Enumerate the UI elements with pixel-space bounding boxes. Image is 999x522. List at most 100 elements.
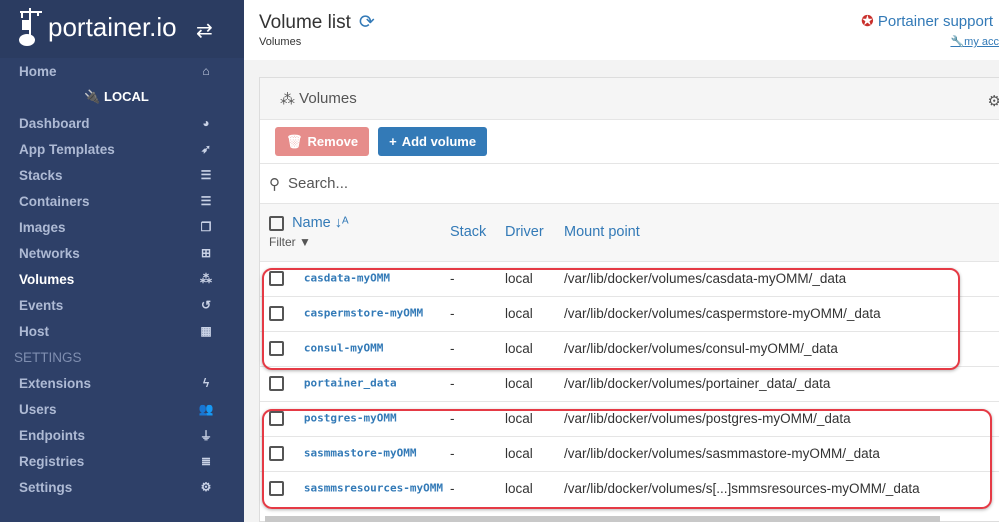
sidebar-item-networks[interactable]: Networks ⊞ bbox=[0, 240, 244, 266]
sidebar-item-stacks[interactable]: Stacks ☰ bbox=[0, 162, 244, 188]
table-header: Name ↓ᴬ Filter ▼ Stack Driver Mount point bbox=[260, 204, 999, 261]
sidebar-item-host[interactable]: Host ▦ bbox=[0, 318, 244, 344]
driver-cell: local bbox=[505, 260, 564, 296]
row-checkbox[interactable] bbox=[269, 411, 284, 426]
table-row: caspermstore-myOMM - local /var/lib/dock… bbox=[260, 295, 999, 331]
mount-column-header[interactable]: Mount point bbox=[564, 204, 999, 261]
sidebar-item-volumes[interactable]: Volumes ⁂ bbox=[0, 266, 244, 292]
sidebar-item-events[interactable]: Events ↺ bbox=[0, 292, 244, 318]
sidebar-item-containers[interactable]: Containers ☰ bbox=[0, 188, 244, 214]
volume-name-link[interactable]: sasmmastore-myOMM bbox=[304, 447, 417, 460]
filter-text: Filter bbox=[269, 235, 296, 250]
row-checkbox[interactable] bbox=[269, 481, 284, 497]
volume-name-link[interactable]: portainer_data bbox=[304, 377, 397, 390]
cubes-icon: ⁂ bbox=[200, 272, 212, 286]
my-account-link[interactable]: 🔧my acc bbox=[950, 35, 999, 48]
driver-cell: local bbox=[505, 295, 564, 331]
sidebar-item-settings[interactable]: Settings ⚙ bbox=[0, 474, 244, 500]
panel-header: ⁂ Volumes ⚙ bbox=[260, 78, 999, 120]
sidebar-item-label: Registries bbox=[19, 453, 85, 469]
mount-point-cell: /var/lib/docker/volumes/casdata-myOMM/_d… bbox=[564, 260, 999, 296]
sidebar-item-label: Dashboard bbox=[19, 115, 90, 131]
history-icon: ↺ bbox=[200, 298, 212, 312]
action-bar: 🗑 Remove + Add volume bbox=[260, 120, 999, 164]
row-checkbox[interactable] bbox=[269, 306, 284, 321]
volume-name-cell: portainer_data bbox=[260, 365, 450, 401]
stack-column-header[interactable]: Stack bbox=[450, 204, 505, 261]
portainer-support-link[interactable]: ✪ Portainer support bbox=[861, 12, 993, 30]
volume-name-link[interactable]: consul-myOMM bbox=[304, 342, 383, 355]
page-title-text: Volume list bbox=[259, 12, 351, 33]
horizontal-scrollbar[interactable] bbox=[265, 516, 940, 522]
remove-button[interactable]: 🗑 Remove bbox=[275, 127, 370, 156]
driver-cell: local bbox=[505, 400, 564, 436]
sidebar-item-app-templates[interactable]: App Templates ➶ bbox=[0, 136, 244, 162]
table-row: sasmmsresources-myOMM - local /var/lib/d… bbox=[260, 470, 999, 506]
refresh-icon[interactable]: ⟳ bbox=[359, 12, 375, 33]
sidebar-section-label: SETTINGS bbox=[14, 349, 82, 365]
stack-cell: - bbox=[450, 260, 505, 296]
table-row: consul-myOMM - local /var/lib/docker/vol… bbox=[260, 330, 999, 366]
add-volume-button[interactable]: + Add volume bbox=[378, 127, 488, 156]
trash-icon: 🗑 bbox=[286, 133, 303, 149]
row-checkbox[interactable] bbox=[269, 376, 284, 391]
cogs-icon: ⚙ bbox=[200, 480, 212, 494]
sidebar-item-label: Endpoints bbox=[19, 427, 85, 443]
settings-gear-icon[interactable]: ⚙ bbox=[988, 92, 999, 110]
account-text: my acc bbox=[964, 36, 999, 48]
search-input[interactable]: Search... bbox=[288, 175, 348, 192]
stack-cell: - bbox=[450, 400, 505, 436]
row-checkbox[interactable] bbox=[269, 271, 284, 286]
breadcrumb: Volumes bbox=[259, 36, 302, 48]
life-ring-icon: ✪ bbox=[861, 13, 874, 30]
plug-icon: 🔌 bbox=[84, 89, 101, 104]
select-all-checkbox[interactable] bbox=[269, 215, 284, 231]
stack-cell: - bbox=[450, 295, 505, 331]
page-header: Volume list ⟳ Volumes ✪ Portainer support… bbox=[244, 0, 999, 60]
sidebar-item-endpoints[interactable]: Endpoints ⏚ bbox=[0, 422, 244, 448]
row-checkbox[interactable] bbox=[269, 446, 284, 461]
portainer-logo[interactable]: portainer.io bbox=[18, 6, 177, 48]
sidebar: portainer.io ⇄ Home ⌂ 🔌 LOCAL Dashboard ◕ App… bbox=[0, 0, 244, 522]
volume-name-link[interactable]: casdata-myOMM bbox=[304, 272, 390, 285]
sidebar-item-users[interactable]: Users 👥 bbox=[0, 396, 244, 422]
sidebar-item-label: Events bbox=[19, 297, 64, 313]
name-filter[interactable]: Filter ▼ bbox=[269, 235, 450, 249]
volumes-table: Name ↓ᴬ Filter ▼ Stack Driver Mount point… bbox=[260, 204, 999, 506]
sidebar-item-label: Host bbox=[19, 323, 49, 339]
stack-cell: - bbox=[450, 330, 505, 366]
rocket-icon: ➶ bbox=[200, 142, 212, 156]
table-row: portainer_data - local /var/lib/docker/v… bbox=[260, 365, 999, 401]
sidebar-item-local: 🔌 LOCAL bbox=[0, 84, 244, 110]
search-bar: ⚲ Search... bbox=[260, 164, 999, 204]
name-sort-link[interactable]: Name bbox=[292, 215, 331, 231]
add-label: Add volume bbox=[401, 134, 477, 149]
crane-logo-icon bbox=[19, 8, 42, 46]
driver-cell: local bbox=[505, 435, 564, 471]
mount-point-cell: /var/lib/docker/volumes/s[...]smmsresour… bbox=[564, 470, 999, 506]
sidebar-item-label: Extensions bbox=[19, 375, 92, 391]
brand-header: portainer.io ⇄ bbox=[0, 0, 244, 58]
volume-name-link[interactable]: sasmmsresources-myOMM bbox=[304, 482, 443, 495]
mount-point-cell: /var/lib/docker/volumes/portainer_data/_… bbox=[564, 365, 999, 401]
sort-alpha-icon[interactable]: ↓ᴬ bbox=[335, 215, 349, 231]
sidebar-item-dashboard[interactable]: Dashboard ◕ bbox=[0, 110, 244, 136]
mount-point-cell: /var/lib/docker/volumes/sasmmastore-myOM… bbox=[564, 435, 999, 471]
row-checkbox[interactable] bbox=[269, 341, 284, 356]
sidebar-item-label: Home bbox=[19, 63, 57, 79]
volume-name-link[interactable]: postgres-myOMM bbox=[304, 412, 397, 425]
driver-cell: local bbox=[505, 365, 564, 401]
sidebar-item-label: Containers bbox=[19, 193, 90, 209]
driver-cell: local bbox=[505, 470, 564, 506]
table-row: postgres-myOMM - local /var/lib/docker/v… bbox=[260, 400, 999, 436]
sidebar-item-home[interactable]: Home ⌂ bbox=[0, 58, 244, 84]
volume-name-link[interactable]: caspermstore-myOMM bbox=[304, 307, 423, 320]
mount-point-cell: /var/lib/docker/volumes/postgres-myOMM/_… bbox=[564, 400, 999, 436]
driver-column-header[interactable]: Driver bbox=[505, 204, 564, 261]
sidebar-item-extensions[interactable]: Extensions ϟ bbox=[0, 370, 244, 396]
sidebar-item-images[interactable]: Images ❐ bbox=[0, 214, 244, 240]
exchange-icon[interactable]: ⇄ bbox=[196, 18, 213, 43]
search-icon: ⚲ bbox=[269, 175, 280, 193]
sidebar-item-registries[interactable]: Registries ≣ bbox=[0, 448, 244, 474]
volumes-panel: ⁂ Volumes ⚙ 🗑 Remove + Add volume ⚲ Search..… bbox=[259, 77, 999, 522]
